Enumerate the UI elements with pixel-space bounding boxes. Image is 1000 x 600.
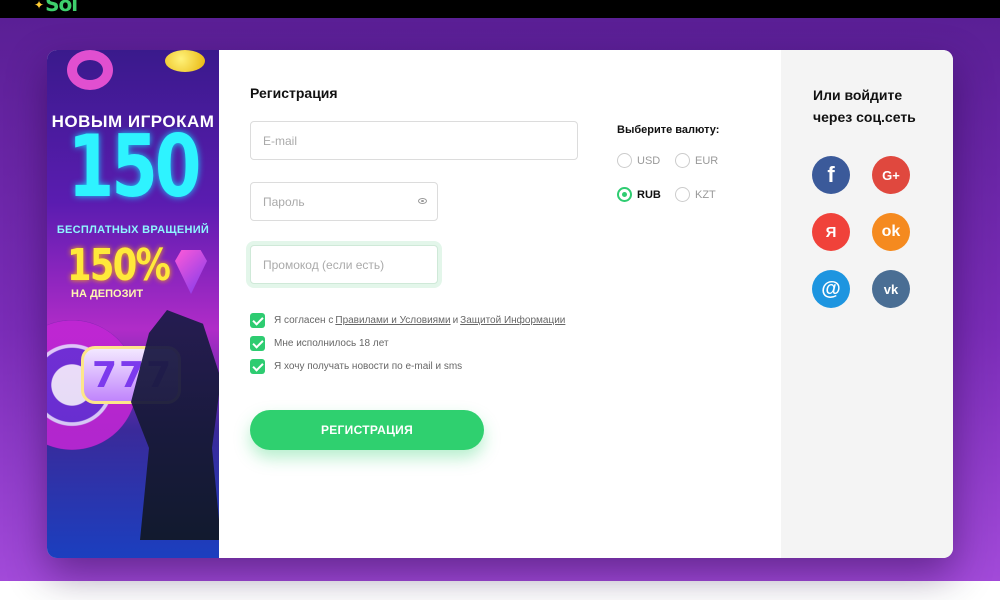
form-title: Регистрация	[250, 85, 338, 101]
currency-radio-usd[interactable]: USD	[617, 153, 660, 168]
terms-checkbox[interactable]	[250, 313, 265, 328]
social-title: Или войдите через соц.сеть	[813, 87, 916, 125]
promo-free-spins: БЕСПЛАТНЫХ ВРАЩЕНИЙ	[56, 224, 210, 236]
registration-modal: НОВЫМ ИГРОКАМ 150 БЕСПЛАТНЫХ ВРАЩЕНИЙ 15…	[47, 50, 953, 558]
odnoklassniki-icon[interactable]: ok	[872, 213, 910, 251]
radio-circle	[617, 153, 632, 168]
mail-ru-icon[interactable]: @	[812, 270, 850, 308]
age-text: Мне исполнилось 18 лет	[274, 338, 389, 349]
currency-radio-eur[interactable]: EUR	[675, 153, 718, 168]
facebook-icon[interactable]: f	[812, 156, 850, 194]
currency-label: Выберите валюту:	[617, 124, 720, 136]
promo-bonus-percent: 150%	[67, 240, 171, 291]
promo-banner: НОВЫМ ИГРОКАМ 150 БЕСПЛАТНЫХ ВРАЩЕНИЙ 15…	[47, 50, 219, 558]
star-icon: ✦	[34, 0, 44, 12]
site-logo[interactable]: ✦ Sol	[34, 0, 78, 16]
terms-text: Я согласен с	[274, 315, 334, 326]
terms-and: и	[452, 315, 459, 326]
gem-decoration	[175, 250, 207, 294]
currency-label-kzt: KZT	[695, 188, 716, 201]
vk-icon[interactable]: vk	[872, 270, 910, 308]
currency-label-usd: USD	[637, 154, 661, 167]
currency-radio-rub[interactable]: RUB	[617, 187, 661, 202]
age-checkbox[interactable]	[250, 336, 265, 351]
register-button[interactable]: РЕГИСТРАЦИЯ	[250, 410, 484, 450]
age-checkbox-row: Мне исполнилось 18 лет	[250, 336, 389, 351]
top-bar: ✦ Sol	[0, 0, 1000, 18]
footer-strip	[0, 581, 1000, 600]
radio-circle	[617, 187, 632, 202]
eye-icon[interactable]	[418, 198, 427, 204]
promocode-field[interactable]: Промокод (если есть)	[250, 245, 438, 284]
password-placeholder: Пароль	[263, 194, 305, 209]
social-login-panel: Или войдите через соц.сеть f G+ Я ok @ v…	[781, 50, 953, 558]
radio-circle	[675, 153, 690, 168]
logo-text: Sol	[45, 0, 78, 16]
password-field[interactable]: Пароль	[250, 182, 438, 221]
terms-link[interactable]: Правилами и Условиями	[335, 315, 450, 326]
email-field[interactable]: E-mail	[250, 121, 578, 160]
news-text: Я хочу получать новости по e-mail и sms	[274, 361, 463, 372]
privacy-link[interactable]: Защитой Информации	[460, 315, 565, 326]
news-checkbox-row: Я хочу получать новости по e-mail и sms	[250, 359, 462, 374]
news-checkbox[interactable]	[250, 359, 265, 374]
currency-radio-kzt[interactable]: KZT	[675, 187, 716, 202]
coin-decoration	[165, 50, 205, 72]
horseshoe-decoration	[67, 50, 113, 90]
currency-label-eur: EUR	[695, 154, 719, 167]
email-placeholder: E-mail	[263, 133, 298, 148]
google-plus-icon[interactable]: G+	[872, 156, 910, 194]
yandex-icon[interactable]: Я	[812, 213, 850, 251]
currency-label-rub: RUB	[637, 188, 661, 201]
registration-form: Регистрация E-mail Пароль Промокод (если…	[219, 50, 781, 558]
character-image	[131, 310, 219, 540]
promo-number-150: 150	[67, 117, 202, 217]
promo-deposit: НА ДЕПОЗИТ	[71, 288, 144, 300]
promocode-placeholder: Промокод (если есть)	[263, 257, 385, 272]
terms-checkbox-row: Я согласен с Правилами и Условиями и Защ…	[250, 313, 567, 328]
radio-circle	[675, 187, 690, 202]
